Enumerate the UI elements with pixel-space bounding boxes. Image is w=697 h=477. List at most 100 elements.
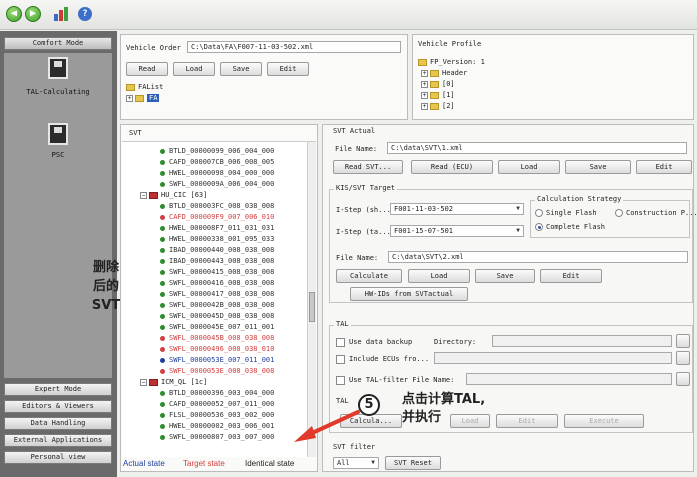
istep-target-select[interactable]: F001-15-07-501 ▼ <box>390 225 524 237</box>
chevron-down-icon[interactable]: ▼ <box>514 227 522 235</box>
editors-viewers-button[interactable]: Editors & Viewers <box>4 400 112 413</box>
status-dot-icon <box>160 368 165 374</box>
execute-tal-button[interactable]: Execute <box>564 414 644 428</box>
svt-entry[interactable]: SWFL_0000009A_006_004_000 <box>160 179 274 190</box>
svt-entry[interactable]: SWFL_0000053E_008_038_008 <box>160 366 274 377</box>
svt-entry[interactable]: IBAD_00000440_008_038_008 <box>160 245 274 256</box>
chevron-down-icon[interactable]: ▼ <box>369 459 377 467</box>
svt-entry[interactable]: CAFD_00000052_007_011_000 <box>160 399 274 410</box>
data-handling-button[interactable]: Data Handling <box>4 417 112 430</box>
expand-icon[interactable]: + <box>421 91 428 99</box>
svt-entry-label: ICM_QL [1c] <box>161 378 208 386</box>
load-svt-button[interactable]: Load <box>498 160 560 174</box>
read-svt-button[interactable]: Read SVT... <box>333 160 403 174</box>
svt-entry[interactable]: SWFL_0000045D_008_038_008 <box>160 311 274 322</box>
ecu-node[interactable]: − HU_CIC [63] <box>140 190 207 201</box>
falist-node[interactable]: FAList <box>126 82 163 93</box>
chevron-down-icon[interactable]: ▼ <box>514 205 522 213</box>
save-svt-button[interactable]: Save <box>565 160 631 174</box>
svt-entry[interactable]: BTLD_00000396_003_004_000 <box>160 388 274 399</box>
directory-field[interactable] <box>492 335 672 347</box>
single-flash-radio[interactable] <box>535 209 543 217</box>
svt-entry[interactable]: SWFL_0000053E_007_011_001 <box>160 355 274 366</box>
svt-entry[interactable]: SWFL_0000045B_008_038_008 <box>160 333 274 344</box>
fp-version-node[interactable]: FP_Version: 1 <box>418 57 485 68</box>
target-file-field[interactable]: C:\data\SVT\2.xml <box>388 251 688 263</box>
use-data-backup-checkbox[interactable] <box>336 338 345 347</box>
include-ecus-checkbox[interactable] <box>336 355 345 364</box>
use-tal-filter-checkbox[interactable] <box>336 376 345 385</box>
construction-radio[interactable] <box>615 209 623 217</box>
sidebar-item-label: TAL-Calculating <box>26 88 90 96</box>
tal-calculating-item[interactable]: TAL-Calculating <box>4 57 112 107</box>
svt-entry-label: FLSL_00000536_003_002_000 <box>169 411 275 419</box>
svt-entry[interactable]: SWFL_00000807_003_007_000 <box>160 432 274 443</box>
istep-ship-select[interactable]: F001-11-03-502 ▼ <box>390 203 524 215</box>
svt-entry-label: HWEL_00000002_003_006_001 <box>169 422 275 430</box>
complete-flash-radio[interactable] <box>535 223 543 231</box>
read-button[interactable]: Read <box>126 62 168 76</box>
svt-entry[interactable]: FLSL_00000536_003_002_000 <box>160 410 274 421</box>
load-button[interactable]: Load <box>173 62 215 76</box>
personal-view-button[interactable]: Personal view <box>4 451 112 464</box>
calculate-svt-button[interactable]: Calculate <box>336 269 402 283</box>
filter-browse-button[interactable] <box>676 372 690 386</box>
edit-button[interactable]: Edit <box>267 62 309 76</box>
expand-icon[interactable]: + <box>421 69 428 77</box>
svt-entry[interactable]: BTLD_00000099_006_004_000 <box>160 146 274 157</box>
expand-icon[interactable]: + <box>126 94 133 102</box>
external-applications-button[interactable]: External Applications <box>4 434 112 447</box>
load-target-button[interactable]: Load <box>408 269 470 283</box>
svt-entry[interactable]: SWFL_00000496_008_038_010 <box>160 344 274 355</box>
save-target-button[interactable]: Save <box>475 269 535 283</box>
collapse-icon[interactable]: − <box>140 378 147 386</box>
ecu-node[interactable]: − ICM_QL [1c] <box>140 377 207 388</box>
svt-entry[interactable]: BTLD_000003FC_008_038_008 <box>160 201 274 212</box>
profile-header-node[interactable]: + Header <box>421 68 467 79</box>
svt-entry[interactable]: SWFL_00000416_008_038_008 <box>160 278 274 289</box>
include-ecus-field[interactable] <box>434 352 672 364</box>
collapse-icon[interactable]: − <box>140 191 147 199</box>
expert-mode-button[interactable]: Expert Mode <box>4 383 112 396</box>
svt-entry[interactable]: SWFL_00000417_008_038_008 <box>160 289 274 300</box>
read-ecu-button[interactable]: Read (ECU) <box>411 160 493 174</box>
forward-icon[interactable]: ▶ <box>25 6 41 22</box>
svt-entry-label: HU_CIC [63] <box>161 191 208 199</box>
edit-target-button[interactable]: Edit <box>540 269 602 283</box>
fa-node[interactable]: + FA <box>126 93 160 104</box>
svt-entry[interactable]: SWFL_0000045E_007_011_001 <box>160 322 274 333</box>
svt-entry[interactable]: HWEL_00000338_001_095_033 <box>160 234 274 245</box>
svt-reset-button[interactable]: SVT Reset <box>385 456 441 470</box>
tal-title: TAL <box>334 320 351 328</box>
profile-item-node[interactable]: + [1] <box>421 90 455 101</box>
tools-icon[interactable] <box>51 5 69 23</box>
edit-svt-button[interactable]: Edit <box>636 160 692 174</box>
expand-icon[interactable]: + <box>421 102 428 110</box>
svt-entry[interactable]: HWEL_00000002_003_006_001 <box>160 421 274 432</box>
save-button[interactable]: Save <box>220 62 262 76</box>
profile-item-node[interactable]: + [2] <box>421 101 455 112</box>
profile-item-node[interactable]: + [0] <box>421 79 455 90</box>
directory-browse-button[interactable] <box>676 334 690 348</box>
vehicle-order-path-field[interactable]: C:\Data\FA\F007-11-03-502.xml <box>187 41 401 53</box>
svt-actual-file-field[interactable]: C:\data\SVT\1.xml <box>387 142 687 154</box>
svt-entry[interactable]: HWEL_00000098_004_000_000 <box>160 168 274 179</box>
svt-entry[interactable]: CAFD_000009F9_007_006_010 <box>160 212 274 223</box>
expand-icon[interactable]: + <box>421 80 428 88</box>
svt-entry[interactable]: HWEL_000008F7_011_031_031 <box>160 223 274 234</box>
help-icon[interactable]: ? <box>78 7 92 21</box>
comfort-mode-button[interactable]: Comfort Mode <box>4 37 112 50</box>
status-dot-icon <box>160 258 165 264</box>
include-browse-button[interactable] <box>676 351 690 365</box>
tal-filter-field[interactable] <box>466 373 672 385</box>
svt-filter-select[interactable]: All ▼ <box>333 457 379 469</box>
svt-entry[interactable]: SWFL_00000415_008_038_008 <box>160 267 274 278</box>
svt-entry[interactable]: CAFD_000007CB_006_008_005 <box>160 157 274 168</box>
hw-ids-button[interactable]: HW-IDs from SVTactual <box>350 287 468 301</box>
scroll-thumb[interactable] <box>309 292 315 322</box>
svt-entry[interactable]: SWFL_0000042B_008_038_008 <box>160 300 274 311</box>
psc-item[interactable]: PSC <box>4 123 112 163</box>
svt-entry[interactable]: IBAD_00000443_008_038_008 <box>160 256 274 267</box>
svt-entry-label: CAFD_000009F9_007_006_010 <box>169 213 275 221</box>
back-icon[interactable]: ◀ <box>6 6 22 22</box>
